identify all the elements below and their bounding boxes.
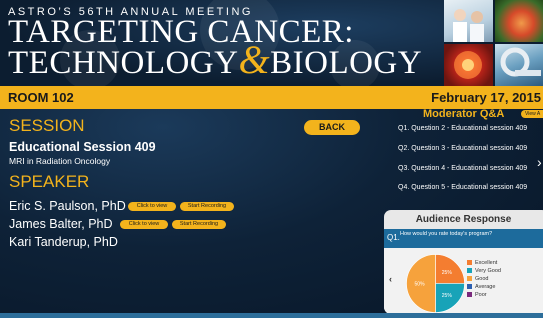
audience-response-card: Audience Response Q1. How would you rate…	[384, 210, 543, 314]
cell-image	[444, 44, 493, 86]
qa-question-item[interactable]: Q2. Question 3 - Educational session 409	[398, 145, 527, 152]
app-screen: ASTRO’S 56TH ANNUAL MEETING TARGETING CA…	[0, 0, 543, 318]
speaker-name: James Balter, PhD	[9, 217, 113, 231]
qa-question-item[interactable]: Q1. Question 2 - Educational session 409	[398, 125, 527, 132]
legend-item: Very Good	[467, 268, 501, 274]
chevron-left-icon[interactable]: ‹	[389, 274, 392, 284]
view-all-button[interactable]: View A	[521, 110, 543, 118]
session-heading: SESSION	[9, 116, 85, 135]
session-title: Educational Session 409	[9, 140, 156, 154]
click-to-view-button[interactable]: Click to view	[120, 220, 168, 229]
qa-question-item[interactable]: Q4. Question 5 - Educational session 409	[398, 184, 527, 191]
photo-collage	[444, 0, 543, 86]
legend-swatch	[467, 268, 472, 274]
start-recording-button[interactable]: Start Recording	[172, 220, 226, 229]
pie-slice-excellent	[435, 254, 465, 284]
legend-item: Poor	[467, 292, 487, 298]
pie-percent-label: 50%	[415, 282, 426, 288]
legend-item: Average	[467, 284, 495, 290]
legend-item: Good	[467, 276, 488, 282]
legend-label: Average	[475, 284, 496, 290]
audience-response-title: Audience Response	[415, 214, 512, 225]
room-bar: ROOM 102 February 17, 2015	[0, 86, 543, 109]
legend-label: Very Good	[475, 268, 501, 274]
qa-question-item[interactable]: Q3. Question 4 - Educational session 409	[398, 165, 527, 172]
pie-percent-label: 25%	[442, 293, 453, 299]
legend-label: Poor	[475, 292, 487, 298]
legend-swatch	[467, 284, 472, 290]
ampersand: &	[238, 37, 271, 82]
response-body: ‹ 25% 25% 50% Excellent Very Good Good Averag…	[384, 248, 543, 314]
speaker-name: Eric S. Paulson, PhD	[9, 199, 126, 213]
doctors-photo	[444, 0, 493, 42]
response-pie-chart: 25% 25% 50%	[406, 254, 465, 313]
legend-label: Excellent	[475, 260, 498, 266]
click-to-view-button[interactable]: Click to view	[128, 202, 176, 211]
legend-label: Good	[475, 276, 489, 282]
organ-illustration	[494, 0, 543, 42]
room-label: ROOM 102	[8, 90, 74, 105]
header-banner: ASTRO’S 56TH ANNUAL MEETING TARGETING CA…	[0, 0, 543, 86]
date-label: February 17, 2015	[431, 90, 541, 105]
pie-percent-label: 25%	[442, 270, 453, 276]
title-biology: BIOLOGY	[270, 45, 423, 81]
speaker-heading: SPEAKER	[9, 172, 90, 191]
legend-swatch	[467, 292, 472, 298]
chevron-right-icon[interactable]: ›	[537, 154, 542, 170]
session-subtitle: MRI in Radiation Oncology	[9, 156, 111, 166]
bottom-bar	[0, 313, 543, 318]
question-bar: Q1. How would you rate today's program?	[384, 229, 543, 248]
title-technology: TECHNOLOGY	[8, 45, 239, 81]
legend-item: Excellent	[467, 260, 497, 266]
moderator-qa-title: Moderator Q&A	[423, 108, 505, 120]
question-number: Q1.	[387, 233, 400, 242]
question-text: How would you rate today's program?	[400, 231, 493, 237]
speaker-name: Kari Tanderup, PhD	[9, 235, 118, 249]
legend-swatch	[467, 260, 472, 266]
banner-title-line2: TECHNOLOGY&BIOLOGY	[8, 40, 423, 81]
legend-swatch	[467, 276, 472, 282]
start-recording-button[interactable]: Start Recording	[180, 202, 234, 211]
scanner-photo	[494, 44, 543, 86]
back-button[interactable]: BACK	[304, 120, 360, 135]
